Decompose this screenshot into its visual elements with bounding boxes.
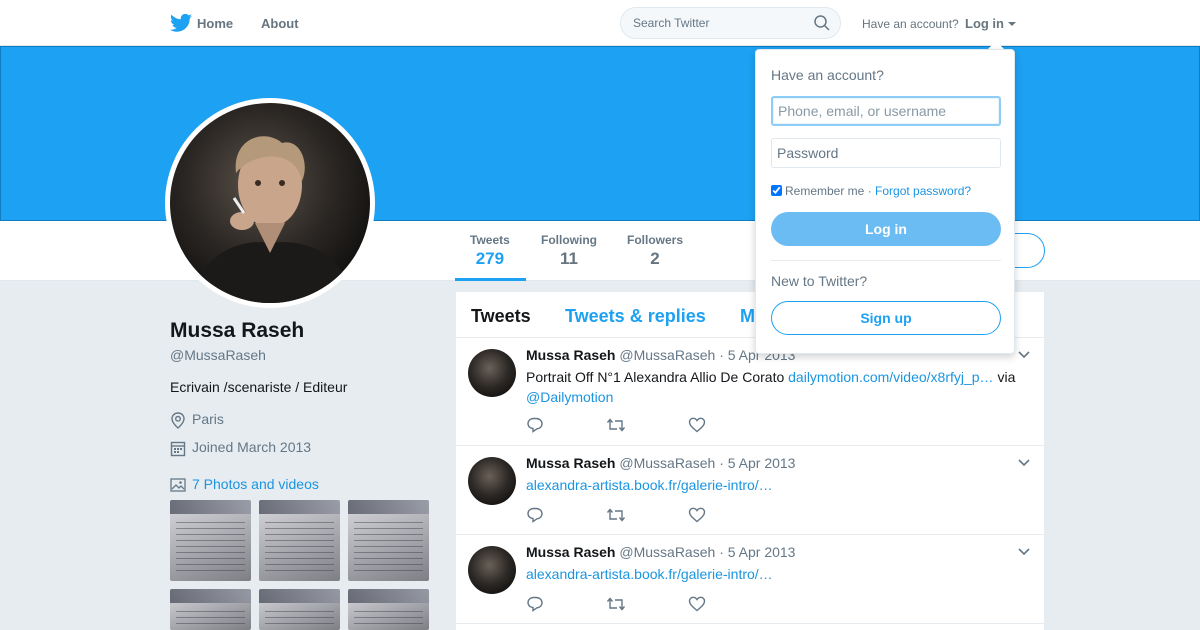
stat-following[interactable]: Following 11 <box>541 233 597 269</box>
tweet-text: alexandra-artista.book.fr/galerie-intro/… <box>526 564 1026 584</box>
remember-me-label[interactable]: Remember me <box>785 184 864 198</box>
profile-joined-text: Joined March 2013 <box>192 439 312 455</box>
tweet-date[interactable]: · 5 Apr 2013 <box>719 544 795 560</box>
top-nav: Home About Have an account? Log in <box>0 0 1200 46</box>
like-icon[interactable] <box>688 417 706 433</box>
location-icon <box>171 412 185 429</box>
stat-value: 279 <box>475 249 505 268</box>
chevron-down-icon[interactable] <box>1018 351 1030 359</box>
tweet-author-handle[interactable]: @MussaRaseh <box>619 455 715 471</box>
username-field[interactable] <box>771 96 1001 126</box>
tweet-text: Portrait Off N°1 Alexandra Allio De Cora… <box>526 367 1026 407</box>
tweet-author-handle[interactable]: @MussaRaseh <box>619 347 715 363</box>
tab-media[interactable]: M <box>740 306 755 327</box>
tweet-text-segment: via <box>993 369 1016 385</box>
forgot-password-link[interactable]: Forgot password? <box>875 184 971 198</box>
tweet-author-handle[interactable]: @MussaRaseh <box>619 544 715 560</box>
tweet-avatar[interactable] <box>468 349 516 397</box>
signup-button[interactable]: Sign up <box>771 301 1001 335</box>
tweet[interactable]: Mussa Raseh @MussaRaseh · 5 Apr 2013 ale… <box>456 535 1044 624</box>
tweet-header: Mussa Raseh @MussaRaseh · 5 Apr 2013 <box>526 544 795 560</box>
profile-name: Mussa Raseh <box>170 319 305 342</box>
reply-icon[interactable] <box>526 507 544 523</box>
photos-videos-link[interactable]: 7 Photos and videos <box>170 476 319 492</box>
nav-about-link[interactable]: About <box>261 16 299 31</box>
tab-tweets[interactable]: Tweets <box>471 306 531 327</box>
chevron-down-icon[interactable] <box>1018 459 1030 467</box>
media-thumbnail[interactable] <box>348 500 429 581</box>
stat-label: Followers <box>627 233 684 247</box>
like-icon[interactable] <box>688 507 706 523</box>
retweet-icon[interactable] <box>606 596 626 612</box>
tweet-mention[interactable]: @Dailymotion <box>526 389 613 405</box>
twitter-bird-icon[interactable] <box>170 13 192 33</box>
profile-location-text: Paris <box>192 411 224 427</box>
stat-value: 2 <box>650 249 660 268</box>
profile-joined: Joined March 2013 <box>170 439 312 457</box>
tweet[interactable]: Mussa Raseh @MussaRaseh · 5 Apr 2013 Por… <box>456 338 1044 446</box>
tweet-header: Mussa Raseh @MussaRaseh · 5 Apr 2013 <box>526 455 795 471</box>
reply-icon[interactable] <box>526 596 544 612</box>
search-input[interactable] <box>633 8 803 38</box>
media-thumbnail[interactable] <box>259 500 340 581</box>
tweet-link[interactable]: alexandra-artista.book.fr/galerie-intro/… <box>526 566 773 582</box>
profile-avatar-frame <box>165 98 375 308</box>
like-icon[interactable] <box>688 596 706 612</box>
stat-label: Tweets <box>470 233 510 247</box>
login-menu-button[interactable]: Log in <box>965 16 1004 31</box>
tweet-link[interactable]: alexandra-artista.book.fr/galerie-intro/… <box>526 477 773 493</box>
login-button[interactable]: Log in <box>771 212 1001 246</box>
profile-bio: Ecrivain /scenariste / Editeur <box>170 379 348 395</box>
media-thumbnail[interactable] <box>170 500 251 581</box>
profile-location: Paris <box>170 411 224 429</box>
profile-avatar[interactable] <box>170 103 370 303</box>
chevron-down-icon[interactable] <box>1018 548 1030 556</box>
tweet-link[interactable]: dailymotion.com/video/x8rfyj_p… <box>788 369 993 385</box>
stat-followers[interactable]: Followers 2 <box>627 233 683 269</box>
tweet[interactable]: Mussa Raseh @MussaRaseh · 5 Apr 2013 ale… <box>456 446 1044 535</box>
profile-handle[interactable]: @MussaRaseh <box>170 347 266 363</box>
password-field[interactable] <box>771 138 1001 168</box>
have-account-text: Have an account? <box>862 17 959 31</box>
tweet-avatar[interactable] <box>468 546 516 594</box>
tweet-author-name[interactable]: Mussa Raseh <box>526 455 615 471</box>
stat-tweets[interactable]: Tweets 279 <box>470 233 510 269</box>
dropdown-title: Have an account? <box>771 67 884 83</box>
tab-tweets-replies[interactable]: Tweets & replies <box>565 306 706 327</box>
active-stat-underline <box>455 278 526 281</box>
reply-icon[interactable] <box>526 417 544 433</box>
calendar-icon <box>170 441 186 457</box>
search-box <box>620 7 841 39</box>
media-thumbnail[interactable] <box>170 589 251 630</box>
tweet-text: alexandra-artista.book.fr/galerie-intro/… <box>526 475 1026 495</box>
media-thumbnail[interactable] <box>348 589 429 630</box>
nav-home-link[interactable]: Home <box>197 16 233 31</box>
tweet-author-name[interactable]: Mussa Raseh <box>526 347 615 363</box>
tweet-text-segment: Portrait Off N°1 Alexandra Allio De Cora… <box>526 369 789 385</box>
photo-icon <box>170 478 186 492</box>
new-to-twitter-text: New to Twitter? <box>771 273 868 289</box>
retweet-icon[interactable] <box>606 507 626 523</box>
divider <box>771 260 1001 261</box>
retweet-icon[interactable] <box>606 417 626 433</box>
tweet-date[interactable]: · 5 Apr 2013 <box>719 455 795 471</box>
search-icon[interactable] <box>814 15 830 31</box>
remember-row: Remember me · Forgot password? <box>771 184 971 198</box>
stat-value: 11 <box>560 249 578 268</box>
separator-dot: · <box>864 184 876 198</box>
stat-label: Following <box>541 233 597 247</box>
photos-videos-label[interactable]: 7 Photos and videos <box>192 476 319 492</box>
tweet-author-name[interactable]: Mussa Raseh <box>526 544 615 560</box>
caret-down-icon[interactable] <box>1008 22 1016 26</box>
media-thumbnail[interactable] <box>259 589 340 630</box>
avatar-portrait-illustration <box>190 136 355 303</box>
tweet-avatar[interactable] <box>468 457 516 505</box>
login-dropdown: Have an account? Remember me · Forgot pa… <box>755 49 1015 354</box>
remember-me-checkbox[interactable] <box>771 185 782 196</box>
